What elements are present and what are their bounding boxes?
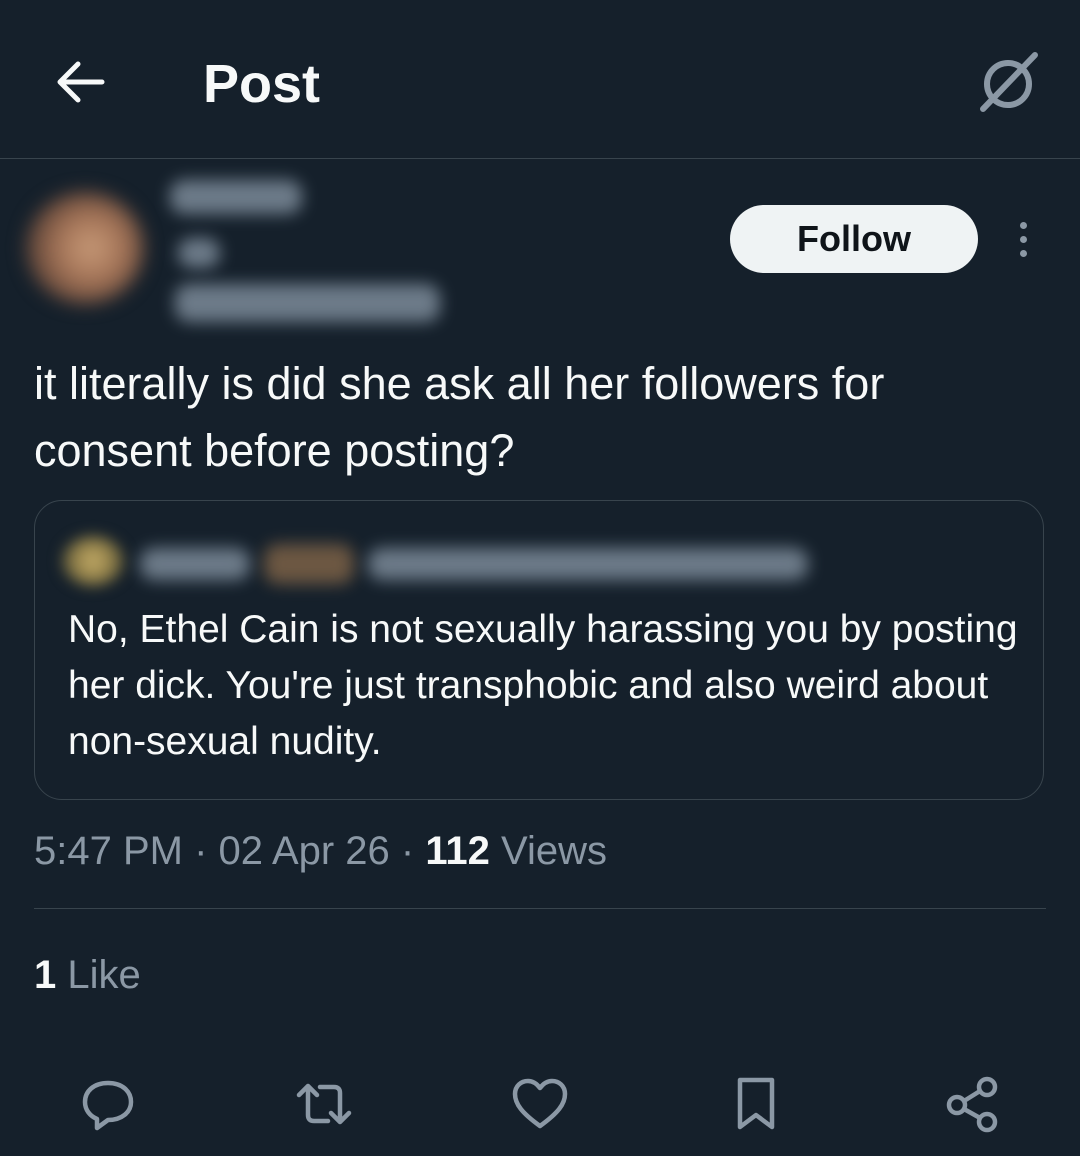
repost-icon — [296, 1083, 352, 1125]
like-button[interactable] — [508, 1072, 572, 1136]
author-avatar[interactable] — [26, 192, 144, 304]
more-options-button[interactable] — [1005, 214, 1041, 264]
post-date: 02 Apr 26 — [218, 829, 390, 873]
author-handle-redacted — [175, 284, 440, 322]
follow-button[interactable]: Follow — [730, 205, 978, 273]
bookmark-icon — [737, 1077, 775, 1130]
share-icon — [946, 1076, 998, 1133]
author-name-redacted — [170, 180, 302, 214]
quoted-author-avatar — [62, 536, 124, 586]
likes-count: 1 — [34, 953, 57, 997]
share-button[interactable] — [940, 1072, 1004, 1136]
likes-stat[interactable]: 1 Like — [34, 950, 141, 1000]
top-bar: Post — [0, 0, 1080, 159]
bookmark-button[interactable] — [724, 1072, 788, 1136]
post-text: it literally is did she ask all her foll… — [34, 358, 885, 476]
more-vertical-icon — [1019, 221, 1027, 229]
arrow-left-icon — [57, 61, 105, 103]
page-title: Post — [203, 54, 321, 114]
reply-icon — [82, 1080, 134, 1131]
author-badge-redacted — [178, 238, 220, 268]
views-count[interactable]: 112 — [425, 829, 490, 873]
quoted-author-handle-redacted — [368, 548, 808, 580]
repost-button[interactable] — [292, 1072, 356, 1136]
separator-dot: · — [194, 829, 208, 873]
back-button[interactable] — [50, 54, 110, 110]
quoted-post-text: No, Ethel Cain is not sexually harassing… — [68, 608, 1018, 763]
post-metadata: 5:47 PM · 02 Apr 26 · 112 Views — [34, 826, 607, 876]
quoted-author-badge-redacted — [264, 544, 354, 584]
post-time: 5:47 PM — [34, 829, 183, 873]
separator-dot: · — [400, 829, 415, 873]
views-label[interactable]: Views — [501, 829, 607, 873]
quoted-author-name-redacted — [140, 548, 250, 580]
like-icon — [512, 1078, 568, 1129]
grok-button[interactable] — [972, 46, 1044, 118]
grok-icon — [980, 52, 1038, 112]
likes-label: Like — [67, 953, 141, 997]
divider — [34, 908, 1046, 909]
reply-button[interactable] — [76, 1072, 140, 1136]
